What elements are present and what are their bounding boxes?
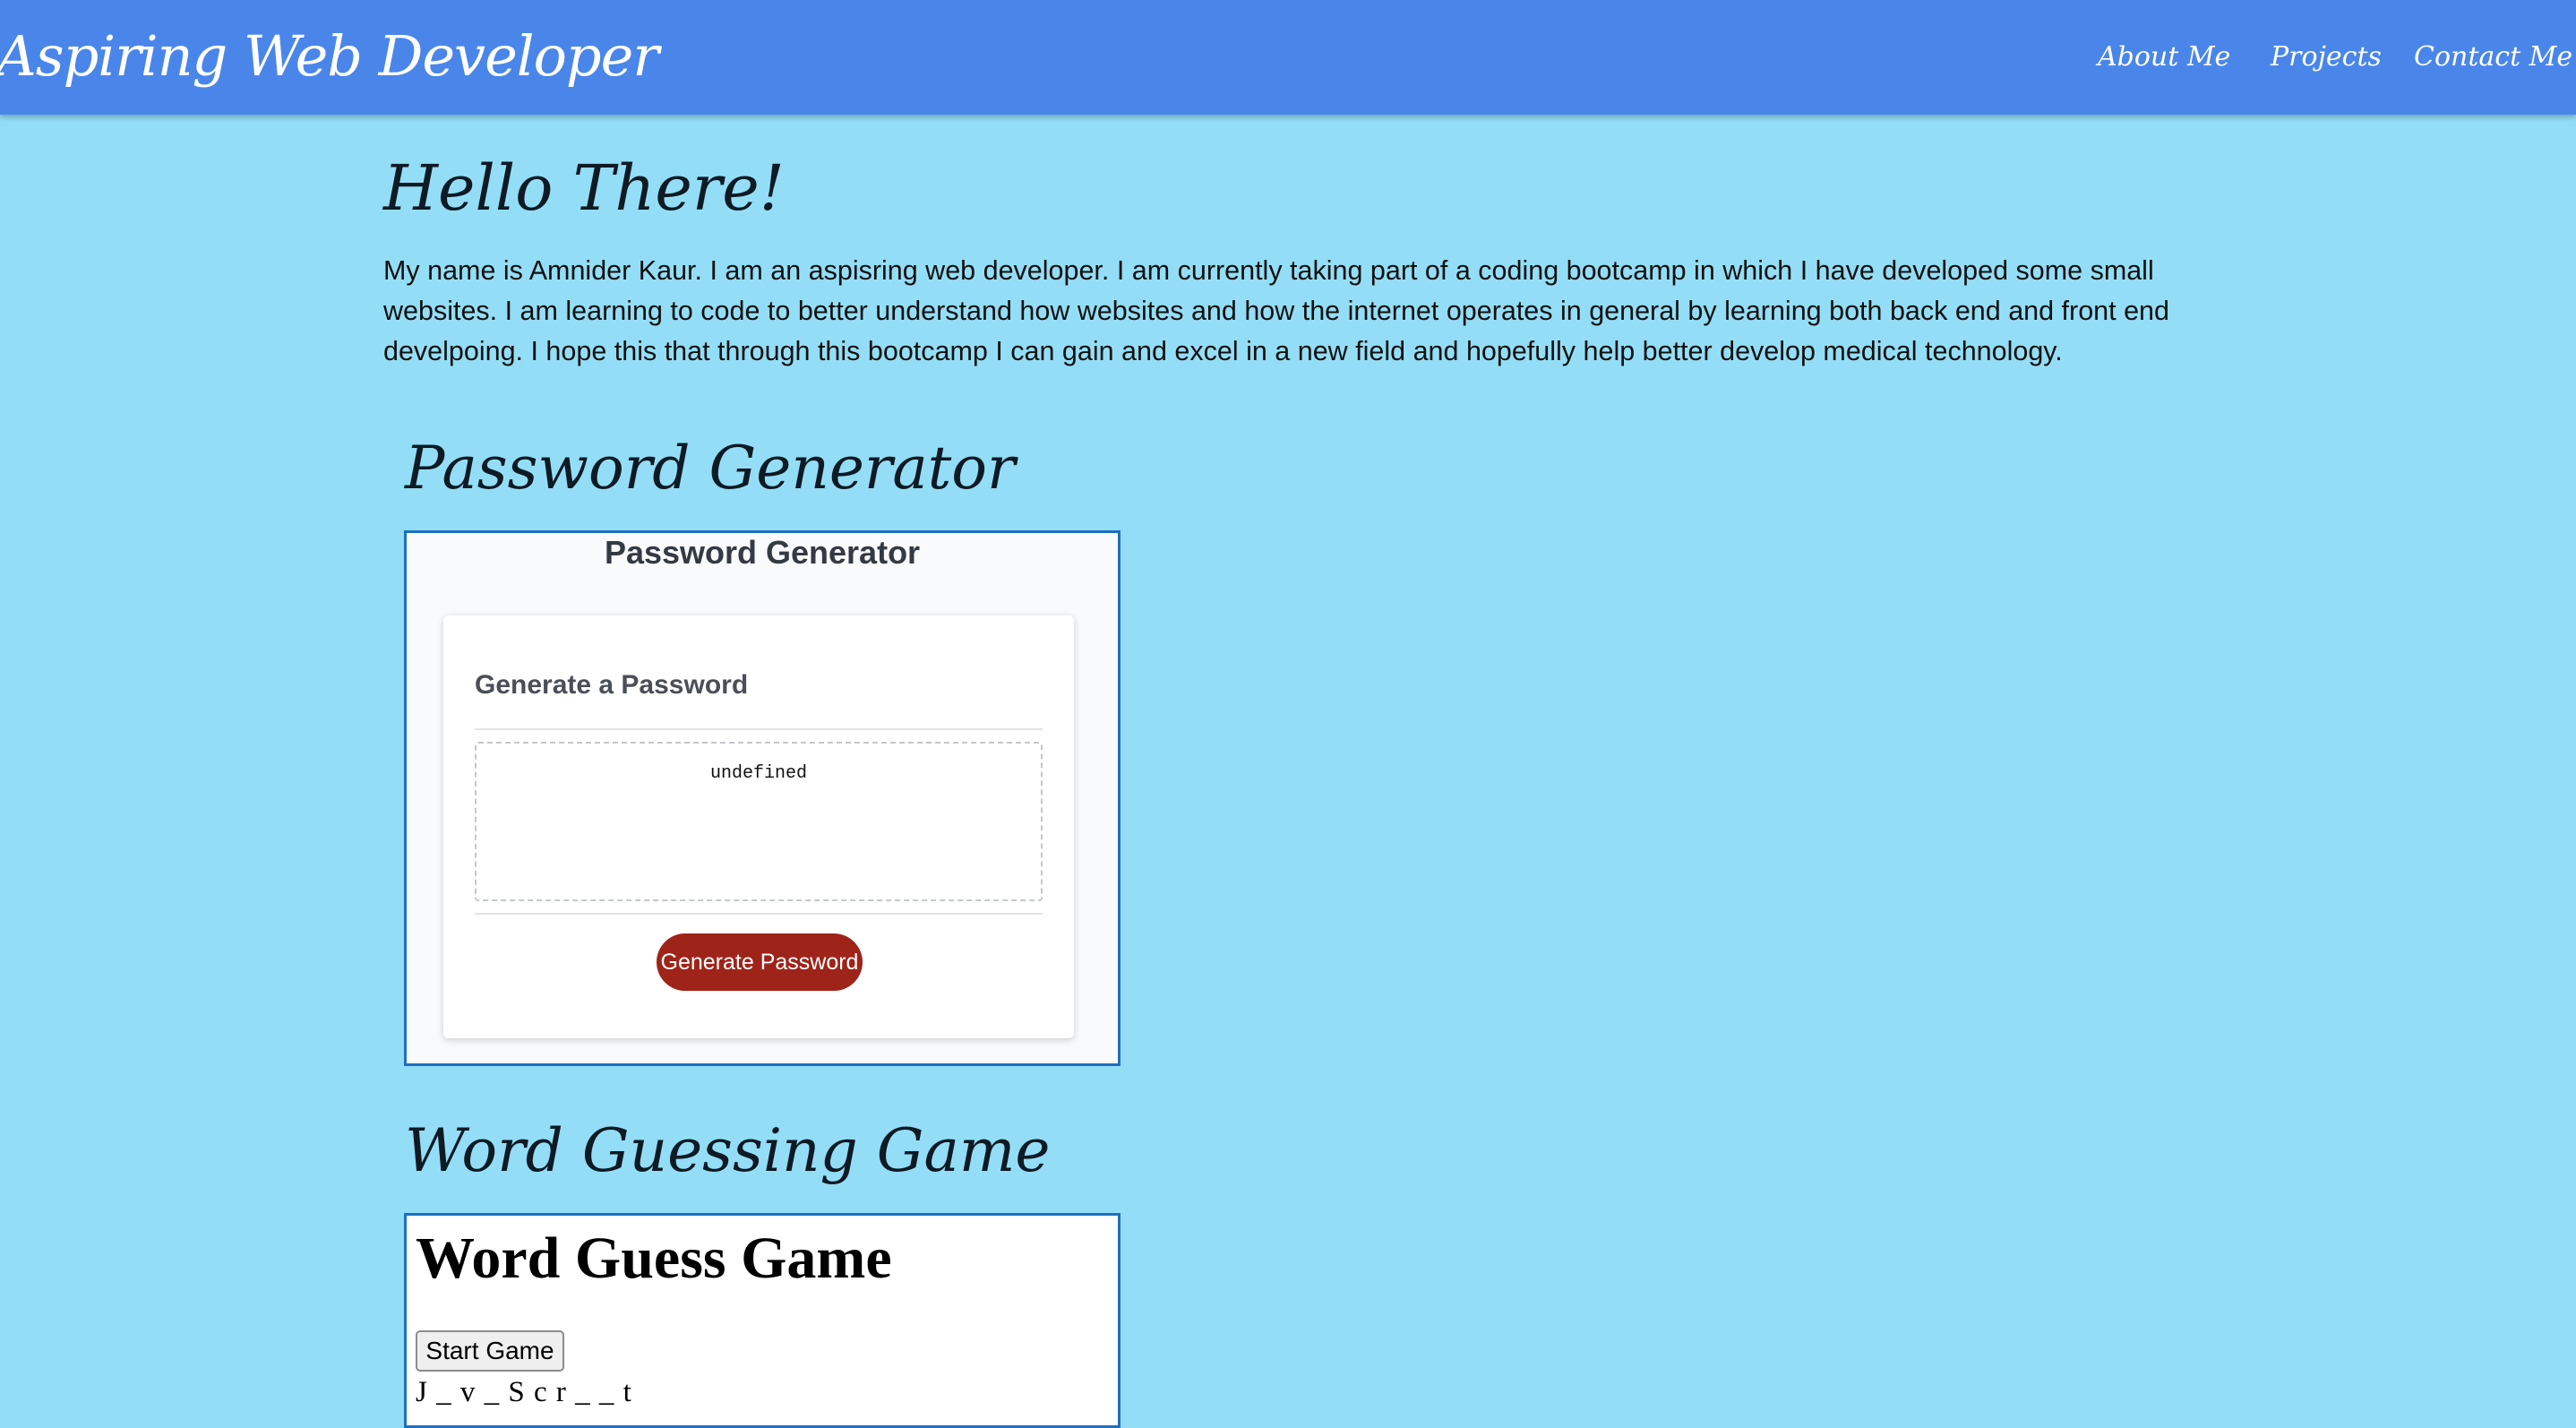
card-divider bbox=[475, 728, 1043, 730]
site-brand[interactable]: Aspiring Web Developer bbox=[0, 16, 659, 97]
password-generator-embed: Password Generator Generate a Password u… bbox=[404, 530, 1121, 1066]
password-output-field[interactable]: undefined bbox=[475, 742, 1043, 901]
card-divider bbox=[475, 913, 1043, 915]
nav-link-projects[interactable]: Projects bbox=[2271, 36, 2382, 79]
word-game-section-title: Word Guessing Game bbox=[405, 1116, 1051, 1185]
generate-password-button[interactable]: Generate Password bbox=[657, 933, 863, 991]
start-game-button[interactable]: Start Game bbox=[416, 1330, 564, 1372]
about-heading: Hello There! bbox=[383, 151, 785, 225]
nav-link-contact-me[interactable]: Contact Me bbox=[2414, 36, 2572, 79]
navbar: Aspiring Web Developer About Me Projects… bbox=[0, 0, 2576, 115]
password-card-header: Generate a Password bbox=[475, 670, 749, 700]
password-card: Generate a Password undefined Generate P… bbox=[443, 615, 1074, 1038]
nav-link-about-me[interactable]: About Me bbox=[2098, 36, 2230, 79]
word-game-page-heading: Word Guess Game bbox=[416, 1226, 892, 1291]
about-text: My name is Amnider Kaur. I am an aspisri… bbox=[383, 255, 2169, 366]
password-generator-section-title: Password Generator bbox=[405, 434, 1016, 503]
password-generator-page-heading: Password Generator bbox=[604, 534, 921, 571]
word-display: J _ v _ S c r _ _ t bbox=[416, 1376, 632, 1408]
word-game-embed: Word Guess Game Start Game J _ v _ S c r… bbox=[404, 1213, 1121, 1428]
